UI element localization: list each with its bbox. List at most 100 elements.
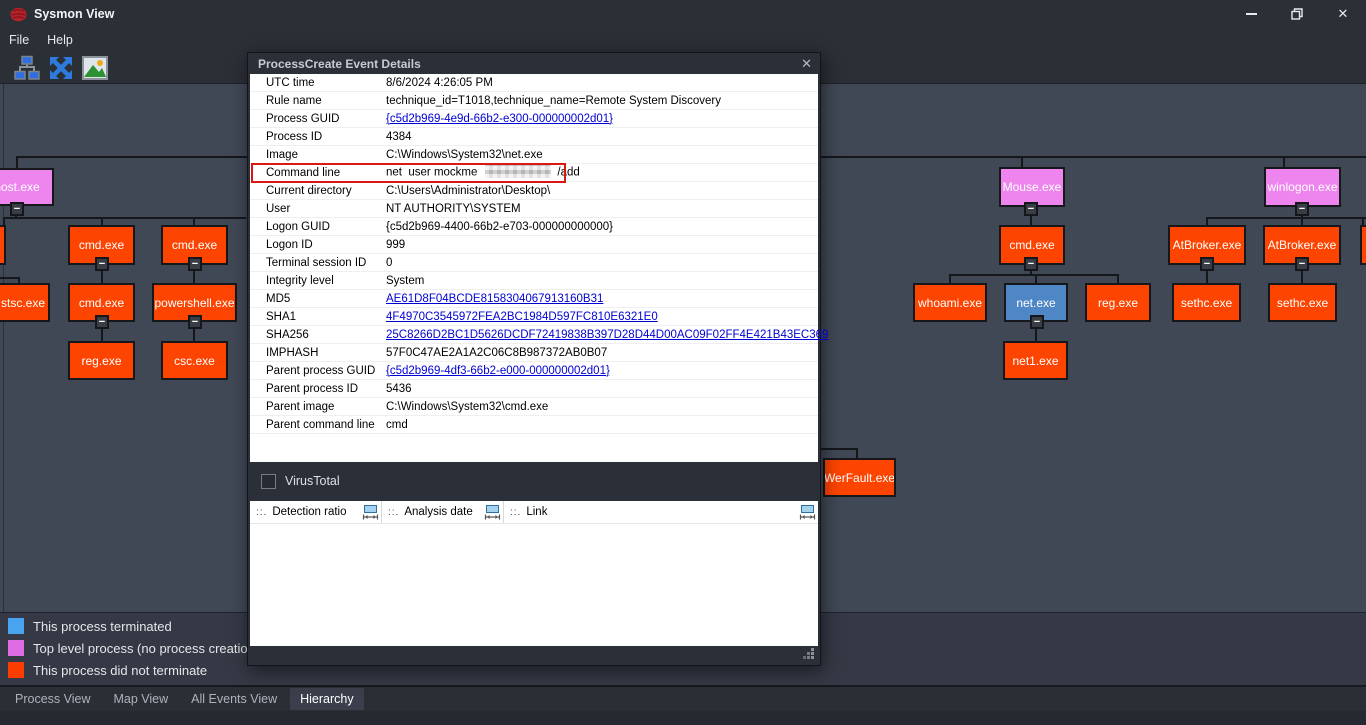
process-node-reg-exe[interactable]: reg.exe — [68, 341, 135, 380]
event-field-row[interactable]: SHA14F4970C3545972FEA2BC1984D597FC810E63… — [250, 308, 818, 326]
event-field-row[interactable]: Parent command linecmd — [250, 416, 818, 434]
process-node-csc-exe[interactable]: csc.exe — [161, 341, 228, 380]
legend-label: Top level process (no process creation — [33, 641, 255, 656]
field-value: NT AUTHORITY\SYSTEM — [386, 203, 521, 215]
collapse-node-button[interactable]: − — [1295, 257, 1309, 271]
collapse-node-button[interactable]: − — [188, 257, 202, 271]
field-label: Logon ID — [266, 239, 386, 251]
event-field-row[interactable]: Integrity levelSystem — [250, 272, 818, 290]
tab-process-view[interactable]: Process View — [5, 688, 101, 710]
process-node-host-exe[interactable]: host.exe — [0, 168, 54, 206]
process-node-werfault-exe[interactable]: WerFault.exe — [823, 458, 896, 497]
process-node-reg-exe[interactable]: reg.exe — [1085, 283, 1151, 322]
expand-arrows-icon[interactable] — [46, 54, 75, 81]
field-label: Parent command line — [266, 419, 386, 431]
field-label: Current directory — [266, 185, 386, 197]
tab-all-events-view[interactable]: All Events View — [181, 688, 287, 710]
event-field-row[interactable]: UserNT AUTHORITY\SYSTEM — [250, 200, 818, 218]
virustotal-checkbox[interactable] — [261, 474, 276, 489]
minimize-button[interactable] — [1228, 0, 1274, 28]
field-value: net user mockme/add — [386, 165, 580, 180]
process-node-clipped[interactable] — [1360, 225, 1366, 265]
field-label: Process ID — [266, 131, 386, 143]
collapse-node-button[interactable]: − — [95, 257, 109, 271]
field-value-link[interactable]: {c5d2b969-4e9d-66b2-e300-000000002d01} — [386, 113, 613, 125]
event-field-row[interactable]: UTC time8/6/2024 4:26:05 PM — [250, 74, 818, 92]
event-field-row[interactable]: Parent process ID5436 — [250, 380, 818, 398]
legend-item: Top level process (no process creation — [8, 639, 255, 657]
process-node-sethc-exe[interactable]: sethc.exe — [1172, 283, 1241, 322]
process-node-net1-exe[interactable]: net1.exe — [1003, 341, 1068, 380]
field-label: Command line — [266, 167, 386, 179]
tree-connector-line — [101, 270, 103, 284]
event-field-row[interactable]: Parent process GUID{c5d2b969-4df3-66b2-e… — [250, 362, 818, 380]
event-field-row[interactable]: Process GUID{c5d2b969-4e9d-66b2-e300-000… — [250, 110, 818, 128]
collapse-node-button[interactable]: − — [1030, 315, 1044, 329]
process-node-whoami-exe[interactable]: whoami.exe — [913, 283, 987, 322]
grid-column-link[interactable]: ::.Link — [504, 501, 818, 523]
field-value: 8/6/2024 4:26:05 PM — [386, 77, 493, 89]
collapse-node-button[interactable]: − — [1200, 257, 1214, 271]
tab-map-view[interactable]: Map View — [104, 688, 179, 710]
tree-connector-line — [193, 270, 195, 284]
field-value: C:\Windows\System32\cmd.exe — [386, 401, 548, 413]
event-field-row[interactable]: Rule nametechnique_id=T1018,technique_na… — [250, 92, 818, 110]
event-field-row[interactable]: Terminal session ID0 — [250, 254, 818, 272]
event-field-row[interactable]: ImageC:\Windows\System32\net.exe — [250, 146, 818, 164]
column-header-label: Detection ratio — [272, 506, 346, 518]
field-value: System — [386, 275, 424, 287]
process-node-clipped[interactable] — [0, 225, 6, 265]
field-value: C:\Windows\System32\net.exe — [386, 149, 543, 161]
event-field-row[interactable]: Command linenet user mockme/add — [250, 164, 818, 182]
tree-connector-line — [1301, 270, 1303, 284]
field-value-link[interactable]: 4F4970C3545972FEA2BC1984D597FC810E6321E0 — [386, 311, 658, 323]
dialog-title-bar[interactable]: ProcessCreate Event Details ✕ — [248, 53, 820, 74]
field-label: Process GUID — [266, 113, 386, 125]
menu-file[interactable]: File — [0, 30, 38, 50]
event-field-row[interactable]: IMPHASH57F0C47AE2A1A2C06C8B987372AB0B07 — [250, 344, 818, 362]
collapse-node-button[interactable]: − — [1295, 202, 1309, 216]
process-node-stsc-exe[interactable]: stsc.exe — [0, 283, 50, 322]
field-label: Parent process GUID — [266, 365, 386, 377]
event-field-row[interactable]: Current directoryC:\Users\Administrator\… — [250, 182, 818, 200]
collapse-node-button[interactable]: − — [188, 315, 202, 329]
command-line-text: net user mockme — [386, 167, 477, 179]
grid-column-detection-ratio[interactable]: ::.Detection ratio — [250, 501, 382, 523]
grid-column-analysis-date[interactable]: ::.Analysis date — [382, 501, 504, 523]
collapse-node-button[interactable]: − — [10, 202, 24, 216]
process-node-sethc-exe[interactable]: sethc.exe — [1268, 283, 1337, 322]
field-label: Parent image — [266, 401, 386, 413]
event-field-row[interactable]: Parent imageC:\Windows\System32\cmd.exe — [250, 398, 818, 416]
column-splitter-icon[interactable] — [362, 504, 379, 520]
column-drag-glyph: ::. — [388, 507, 399, 518]
dialog-close-icon[interactable]: ✕ — [801, 56, 812, 72]
menu-help[interactable]: Help — [38, 30, 82, 50]
event-field-row[interactable]: Logon GUID{c5d2b969-4400-66b2-e703-00000… — [250, 218, 818, 236]
status-bar — [0, 711, 1366, 725]
field-value: 57F0C47AE2A1A2C06C8B987372AB0B07 — [386, 347, 607, 359]
process-node-mouse-exe[interactable]: Mouse.exe — [999, 167, 1065, 207]
hierarchy-view-icon[interactable] — [12, 54, 41, 81]
restore-button[interactable] — [1274, 0, 1320, 28]
app-title: Sysmon View — [34, 7, 114, 21]
field-value-link[interactable]: {c5d2b969-4df3-66b2-e000-000000002d01} — [386, 365, 610, 377]
event-field-row[interactable]: Process ID4384 — [250, 128, 818, 146]
export-image-icon[interactable] — [80, 54, 109, 81]
column-splitter-icon[interactable] — [484, 504, 501, 520]
tab-hierarchy[interactable]: Hierarchy — [290, 688, 364, 710]
column-splitter-icon[interactable] — [799, 504, 816, 520]
event-field-row[interactable]: MD5AE61D8F04BCDE8158304067913160B31 — [250, 290, 818, 308]
event-field-row[interactable]: SHA25625C8266D2BC1D5626DCDF72419838B397D… — [250, 326, 818, 344]
field-value-link[interactable]: 25C8266D2BC1D5626DCDF72419838B397D28D44D… — [386, 329, 828, 341]
resize-grip[interactable] — [803, 648, 815, 660]
collapse-node-button[interactable]: − — [1024, 202, 1038, 216]
view-tab-bar: Process ViewMap ViewAll Events ViewHiera… — [0, 685, 1366, 711]
field-value-link[interactable]: AE61D8F04BCDE8158304067913160B31 — [386, 293, 603, 305]
event-field-row[interactable]: Logon ID999 — [250, 236, 818, 254]
collapse-node-button[interactable]: − — [95, 315, 109, 329]
command-line-text: /add — [557, 167, 579, 179]
process-node-winlogon-exe[interactable]: winlogon.exe — [1264, 167, 1341, 207]
close-button[interactable]: ✕ — [1320, 0, 1366, 28]
collapse-node-button[interactable]: − — [1024, 257, 1038, 271]
menu-bar: FileHelp — [0, 28, 1366, 52]
